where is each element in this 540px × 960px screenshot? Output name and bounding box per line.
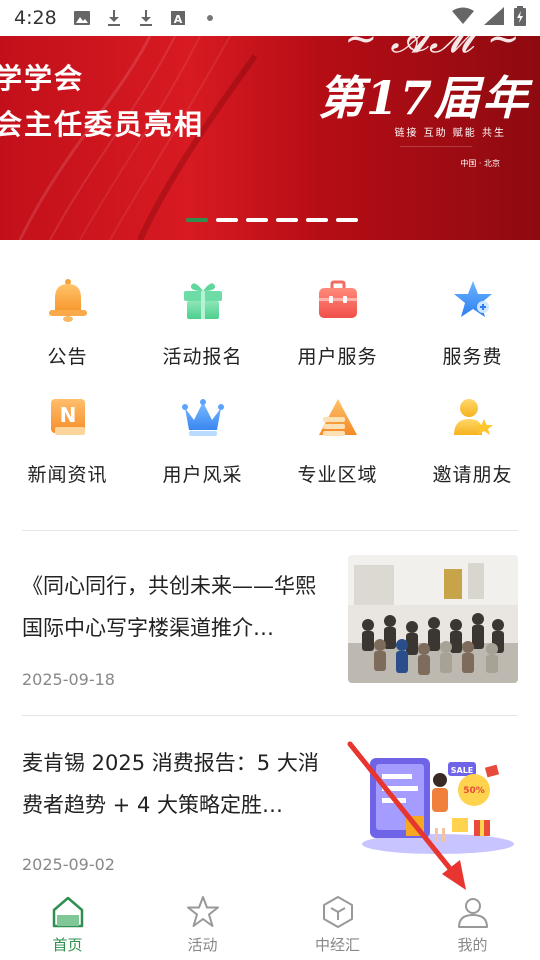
carousel-dot[interactable] xyxy=(276,218,298,222)
nav-mine[interactable]: 我的 xyxy=(405,886,540,960)
banner-event-title: 第17届年 xyxy=(317,71,530,125)
news-date: 2025-09-02 xyxy=(22,855,115,874)
grid-item-label: 新闻资讯 xyxy=(27,464,108,486)
dot-icon xyxy=(201,9,219,27)
carousel-dot[interactable] xyxy=(306,218,328,222)
svg-text:A: A xyxy=(173,13,182,26)
news-title: 麦肯锡 2025 消费报告：5 大消费者趋势 + 4 大策略定胜… xyxy=(22,751,319,817)
banner-carousel[interactable]: 学学会 会主任委员亮相 ~ 𝓐𝓜 ~ 第17届年 链接 互助 赋能 共生 ………… xyxy=(0,36,540,240)
grid-item-user-showcase[interactable]: 用户风采 xyxy=(135,394,270,512)
bell-icon xyxy=(44,276,92,324)
wifi-icon xyxy=(452,7,474,29)
bottom-navigation: 首页 活动 中经汇 我的 xyxy=(0,886,540,960)
grid-item-label: 服务费 xyxy=(442,346,503,368)
grid-item-label: 公告 xyxy=(47,346,88,368)
status-notification-icons: A xyxy=(73,9,219,27)
banner-headline-line2: 会主任委员亮相 xyxy=(0,108,205,141)
news-thumbnail xyxy=(348,555,518,683)
crown-icon xyxy=(179,394,227,442)
battery-icon xyxy=(514,6,526,30)
carousel-dot[interactable] xyxy=(246,218,268,222)
star-icon xyxy=(449,276,497,324)
banner-headline: 学学会 会主任委员亮相 xyxy=(0,56,204,148)
feature-grid: 公告 活动报名 用户服务 服务费 N 新闻资讯 用户风采 专业区域 邀请朋友 xyxy=(0,276,540,512)
font-icon: A xyxy=(169,9,187,27)
news-title: 《同心同行，共创未来——华熙国际中心写字楼渠道推介… xyxy=(22,574,316,640)
banner-slogan: 链接 互助 赋能 共生 xyxy=(394,128,506,139)
news-item[interactable]: 《同心同行，共创未来——华熙国际中心写字楼渠道推介… 2025-09-18 xyxy=(22,555,518,695)
signal-icon xyxy=(484,7,504,29)
news-item[interactable]: 麦肯锡 2025 消费报告：5 大消费者趋势 + 4 大策略定胜… 2025-0… xyxy=(22,740,518,880)
nav-label: 我的 xyxy=(457,936,488,954)
invite-user-icon xyxy=(449,394,497,442)
svg-text:50%: 50% xyxy=(463,786,485,796)
grid-item-label: 用户服务 xyxy=(297,346,378,368)
news-date: 2025-09-18 xyxy=(22,670,115,689)
divider xyxy=(22,715,518,716)
grid-item-news[interactable]: N 新闻资讯 xyxy=(0,394,135,512)
carousel-dot[interactable] xyxy=(216,218,238,222)
user-icon xyxy=(455,894,491,930)
status-system-icons xyxy=(452,6,526,30)
nav-home[interactable]: 首页 xyxy=(0,886,135,960)
banner-decorative-script: ~ 𝓐𝓜 ~ xyxy=(344,36,520,62)
carousel-dot[interactable] xyxy=(336,218,358,222)
download-icon xyxy=(137,9,155,27)
status-time: 4:28 xyxy=(14,7,57,29)
briefcase-icon xyxy=(314,276,362,324)
nav-zhongjinghui[interactable]: 中经汇 xyxy=(270,886,405,960)
banner-headline-line1: 学学会 xyxy=(0,62,85,95)
cube-icon xyxy=(320,894,356,930)
status-bar: 4:28 A xyxy=(0,0,540,36)
news-icon: N xyxy=(44,394,92,442)
banner-location: 中国 · 北京 xyxy=(460,159,500,168)
nav-activity[interactable]: 活动 xyxy=(135,886,270,960)
svg-text:N: N xyxy=(59,403,76,427)
image-icon xyxy=(73,9,91,27)
carousel-dot[interactable] xyxy=(186,218,208,222)
gift-icon xyxy=(179,276,227,324)
grid-item-label: 邀请朋友 xyxy=(432,464,513,486)
banner-fine-print: ……………………………… xyxy=(400,142,472,149)
news-thumbnail: SALE 50% xyxy=(348,740,518,868)
download-icon xyxy=(105,9,123,27)
home-icon xyxy=(50,894,86,930)
grid-item-professional-area[interactable]: 专业区域 xyxy=(270,394,405,512)
svg-text:SALE: SALE xyxy=(451,766,474,775)
layers-icon xyxy=(314,394,362,442)
grid-item-label: 用户风采 xyxy=(162,464,243,486)
star-outline-icon xyxy=(185,894,221,930)
grid-item-activity-signup[interactable]: 活动报名 xyxy=(135,276,270,394)
grid-item-label: 活动报名 xyxy=(162,346,243,368)
grid-item-announcement[interactable]: 公告 xyxy=(0,276,135,394)
grid-item-user-service[interactable]: 用户服务 xyxy=(270,276,405,394)
grid-item-invite-friends[interactable]: 邀请朋友 xyxy=(405,394,540,512)
grid-item-label: 专业区域 xyxy=(297,464,378,486)
divider xyxy=(22,530,518,531)
grid-item-service-fee[interactable]: 服务费 xyxy=(405,276,540,394)
nav-label: 活动 xyxy=(187,936,218,954)
carousel-indicators xyxy=(186,218,358,222)
nav-label: 中经汇 xyxy=(314,936,360,954)
nav-label: 首页 xyxy=(52,936,83,954)
